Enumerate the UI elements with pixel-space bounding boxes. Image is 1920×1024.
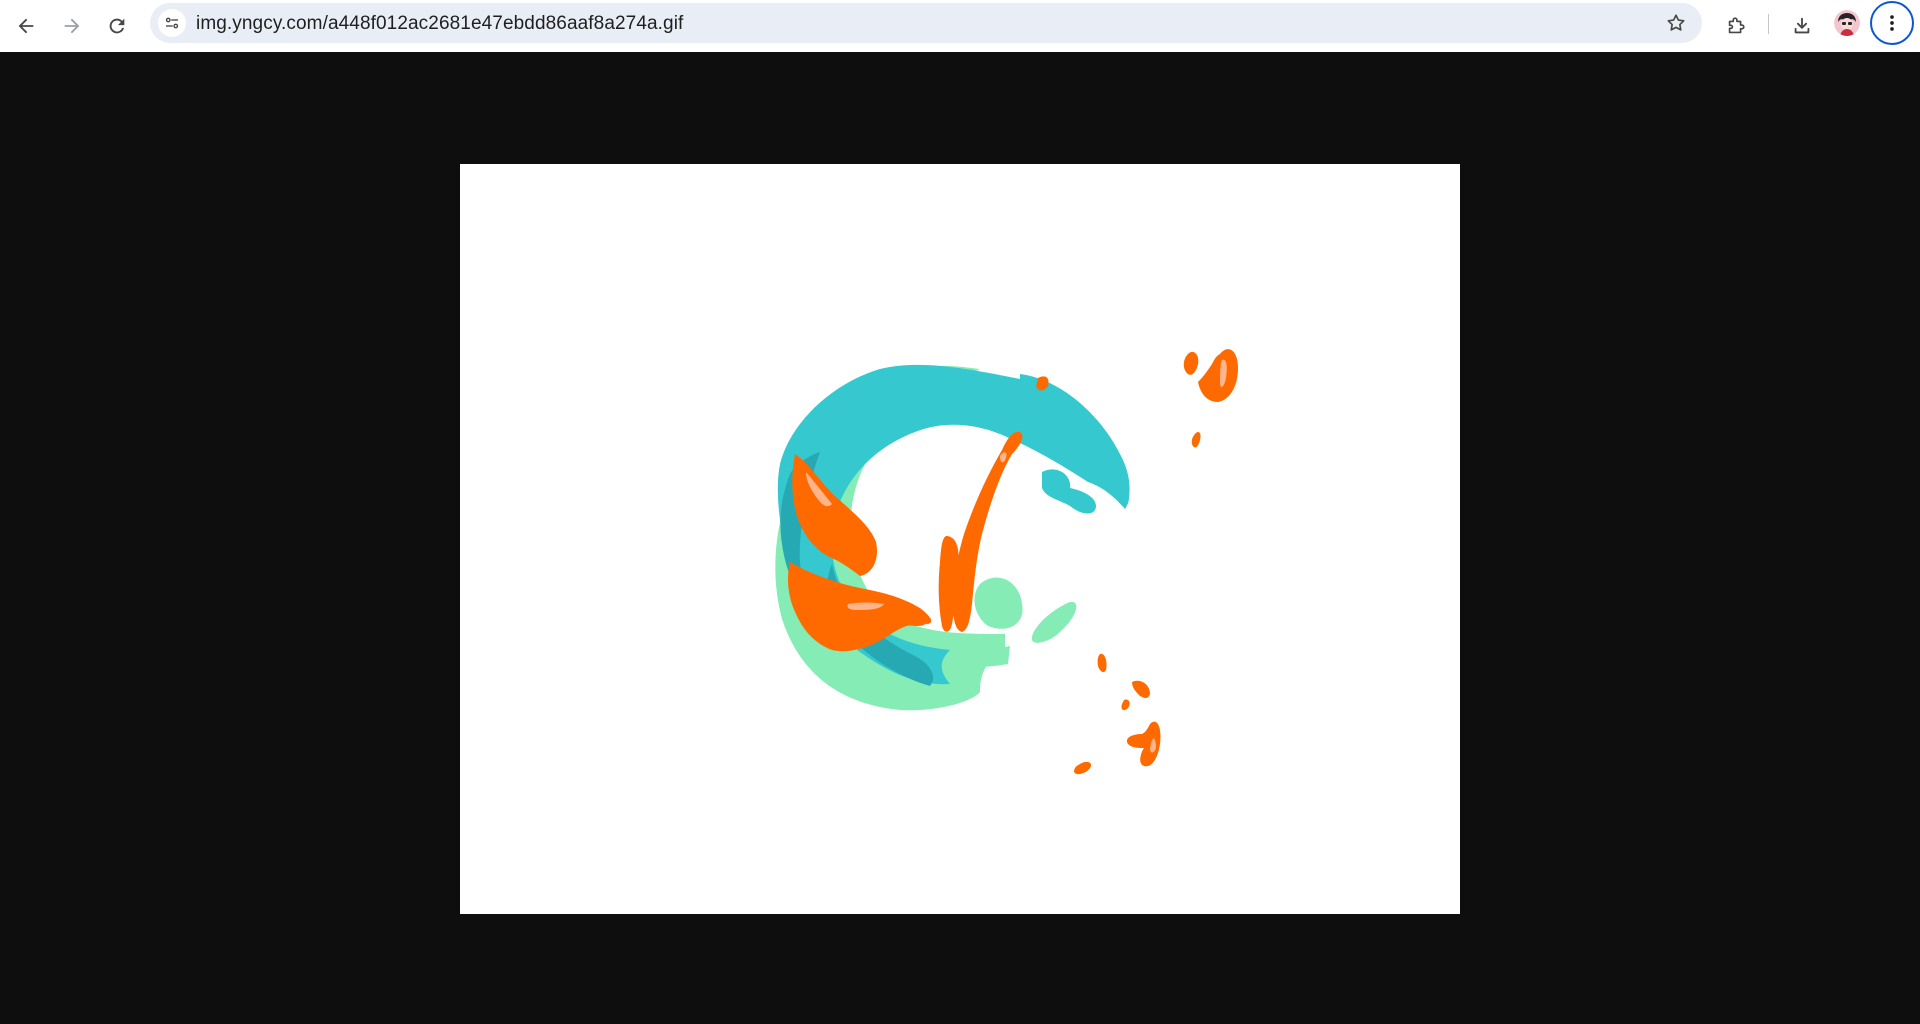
downloads-button[interactable] bbox=[1782, 6, 1822, 46]
puzzle-icon bbox=[1728, 17, 1745, 34]
mint-drip bbox=[974, 577, 1023, 629]
tune-icon[interactable] bbox=[158, 9, 186, 37]
download-icon bbox=[1794, 17, 1810, 34]
avatar[interactable] bbox=[1834, 10, 1860, 36]
menu-button[interactable] bbox=[1870, 1, 1914, 45]
toolbar-divider bbox=[1768, 14, 1769, 34]
droplet-2 bbox=[1183, 351, 1199, 375]
droplet-1 bbox=[1198, 349, 1238, 402]
arrow-right-icon bbox=[64, 18, 80, 34]
image-viewer[interactable] bbox=[460, 164, 1460, 914]
droplet-3 bbox=[1191, 432, 1201, 448]
arrow-left-icon bbox=[18, 18, 34, 34]
address-bar[interactable]: img.yngcy.com/a448f012ac2681e47ebdd86aaf… bbox=[150, 3, 1702, 43]
back-button[interactable] bbox=[6, 6, 46, 46]
star-icon bbox=[1667, 14, 1685, 31]
forward-button[interactable] bbox=[52, 6, 92, 46]
kebab-menu-icon bbox=[1890, 15, 1894, 31]
droplet-6 bbox=[1121, 699, 1130, 711]
reload-icon bbox=[109, 18, 125, 34]
droplet-4 bbox=[1097, 653, 1107, 673]
bookmark-button[interactable] bbox=[1664, 11, 1688, 35]
extensions-button[interactable] bbox=[1716, 6, 1756, 46]
browser-toolbar: img.yngcy.com/a448f012ac2681e47ebdd86aaf… bbox=[0, 0, 1920, 52]
droplet-8 bbox=[1074, 761, 1092, 775]
url-text[interactable]: img.yngcy.com/a448f012ac2681e47ebdd86aaf… bbox=[196, 13, 683, 35]
splash-animation-image bbox=[775, 349, 1238, 775]
mint-drop bbox=[1031, 601, 1077, 643]
reload-button[interactable] bbox=[97, 6, 137, 46]
droplet-5 bbox=[1132, 680, 1150, 698]
